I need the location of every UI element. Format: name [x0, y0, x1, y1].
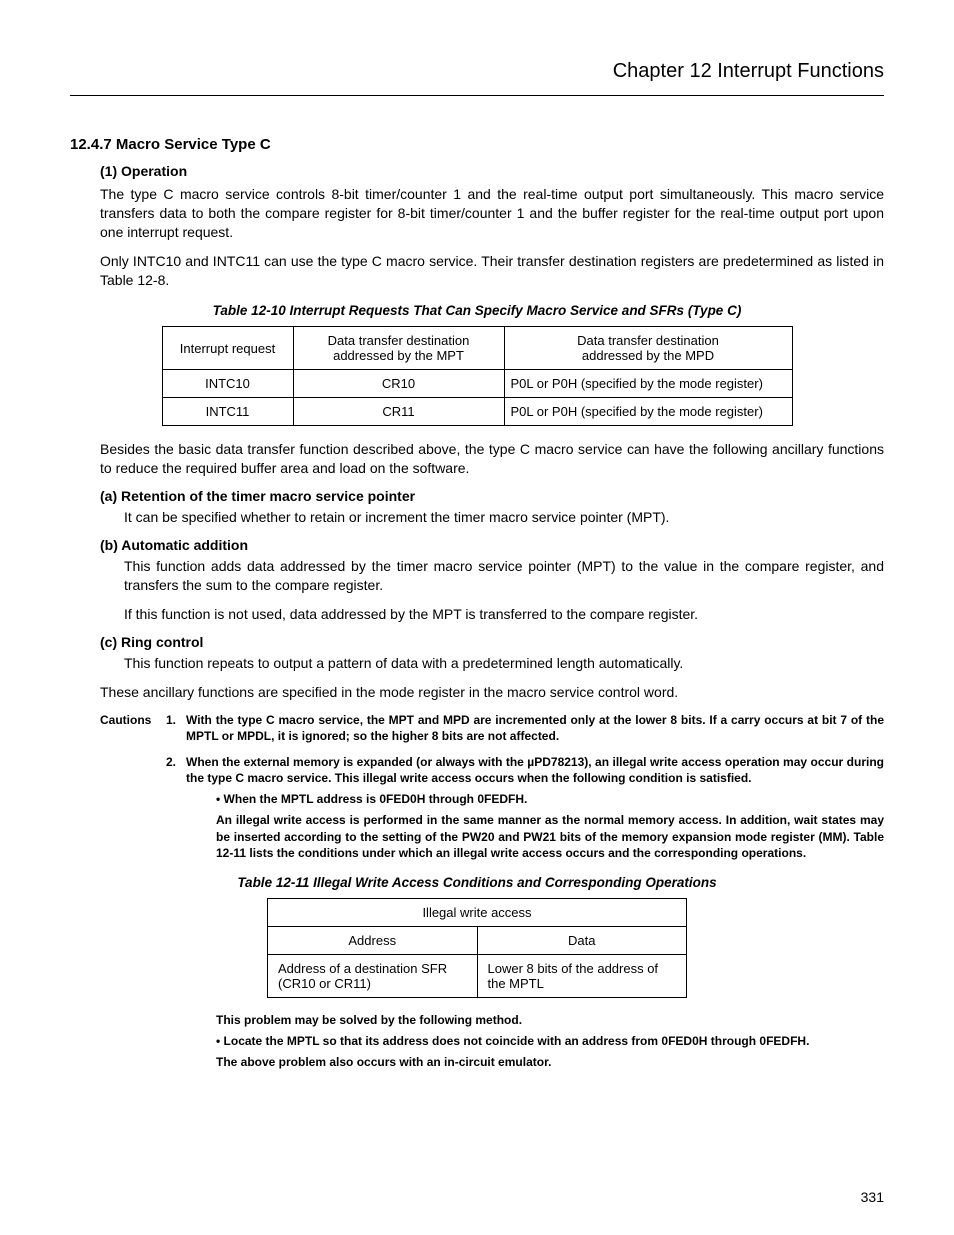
t1-r1c2: CR10	[293, 370, 504, 398]
page-number: 331	[861, 1189, 884, 1205]
operation-p2: Only INTC10 and INTC11 can use the type …	[100, 252, 884, 290]
post-caution-p2: The above problem also occurs with an in…	[216, 1054, 884, 1070]
t1-h3b: addressed by the MPD	[511, 348, 786, 363]
post-caution-bullet: • Locate the MPTL so that its address do…	[216, 1034, 884, 1048]
table-12-10: Interrupt request Data transfer destinat…	[162, 326, 793, 426]
caution-1-text: With the type C macro service, the MPT a…	[186, 712, 884, 744]
t1-r1c3: P0L or P0H (specified by the mode regist…	[504, 370, 792, 398]
caution-bullet-1: • When the MPTL address is 0FED0H throug…	[216, 792, 884, 806]
b-heading: (b) Automatic addition	[100, 537, 884, 553]
t1-h2a: Data transfer destination	[304, 333, 494, 348]
c-heading: (c) Ring control	[100, 634, 884, 650]
besides-text: Besides the basic data transfer function…	[100, 440, 884, 478]
t1-r2c1: INTC11	[162, 398, 293, 426]
caution-2-num: 2.	[166, 754, 186, 786]
t1-h1: Interrupt request	[162, 327, 293, 370]
post-caution-p1: This problem may be solved by the follow…	[216, 1012, 884, 1028]
caution-2: 2. When the external memory is expanded …	[100, 754, 884, 786]
t2-h2: Data	[477, 926, 687, 954]
t1-r1c1: INTC10	[162, 370, 293, 398]
operation-p1: The type C macro service controls 8-bit …	[100, 185, 884, 242]
caution-2-body: An illegal write access is performed in …	[216, 812, 884, 861]
cautions-label: Cautions	[100, 712, 166, 744]
a-body: It can be specified whether to retain or…	[124, 508, 884, 527]
t1-h2: Data transfer destination addressed by t…	[293, 327, 504, 370]
chapter-header: Chapter 12 Interrupt Functions	[70, 60, 884, 96]
operation-heading: (1) Operation	[100, 163, 884, 179]
t1-h2b: addressed by the MPT	[304, 348, 494, 363]
b-body1: This function adds data addressed by the…	[124, 557, 884, 595]
c-body: This function repeats to output a patter…	[124, 654, 884, 673]
b-body2: If this function is not used, data addre…	[124, 605, 884, 624]
table-12-11: Illegal write access Address Data Addres…	[267, 898, 687, 998]
table-12-10-caption: Table 12-10 Interrupt Requests That Can …	[70, 303, 884, 318]
t1-r2c2: CR11	[293, 398, 504, 426]
t2-htop: Illegal write access	[268, 898, 687, 926]
caution-2-text: When the external memory is expanded (or…	[186, 754, 884, 786]
caution-1-num: 1.	[166, 712, 186, 744]
t1-h3: Data transfer destination addressed by t…	[504, 327, 792, 370]
a-heading: (a) Retention of the timer macro service…	[100, 488, 884, 504]
caution-1: Cautions 1. With the type C macro servic…	[100, 712, 884, 744]
t1-r2c3: P0L or P0H (specified by the mode regist…	[504, 398, 792, 426]
ancillary-note: These ancillary functions are specified …	[100, 683, 884, 702]
t2-h1: Address	[268, 926, 478, 954]
t2-r1c1: Address of a destination SFR (CR10 or CR…	[268, 954, 478, 997]
t2-r1c2: Lower 8 bits of the address of the MPTL	[477, 954, 687, 997]
table-12-11-caption: Table 12-11 Illegal Write Access Conditi…	[70, 875, 884, 890]
t1-h3a: Data transfer destination	[511, 333, 786, 348]
section-heading: 12.4.7 Macro Service Type C	[70, 136, 884, 153]
